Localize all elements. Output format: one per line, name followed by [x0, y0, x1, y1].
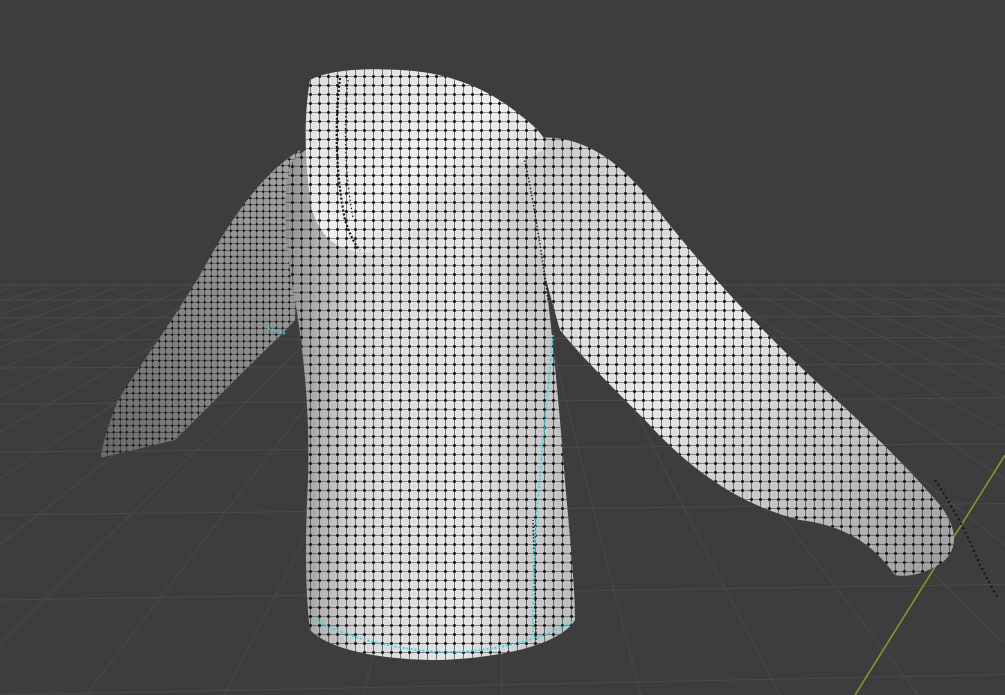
- left-sleeve[interactable]: [100, 150, 300, 458]
- grid-line: [0, 287, 153, 348]
- grid-line: [956, 287, 1005, 303]
- grid-line: [0, 287, 48, 303]
- 3d-viewport[interactable]: [0, 0, 1005, 695]
- viewport-canvas[interactable]: [0, 0, 1005, 695]
- grid-line: [0, 287, 83, 315]
- grid-line: [921, 287, 1005, 316]
- grid-line: [0, 287, 118, 330]
- grid-line: [991, 287, 1005, 292]
- right-sleeve[interactable]: [520, 137, 999, 599]
- grid-line: [0, 287, 13, 292]
